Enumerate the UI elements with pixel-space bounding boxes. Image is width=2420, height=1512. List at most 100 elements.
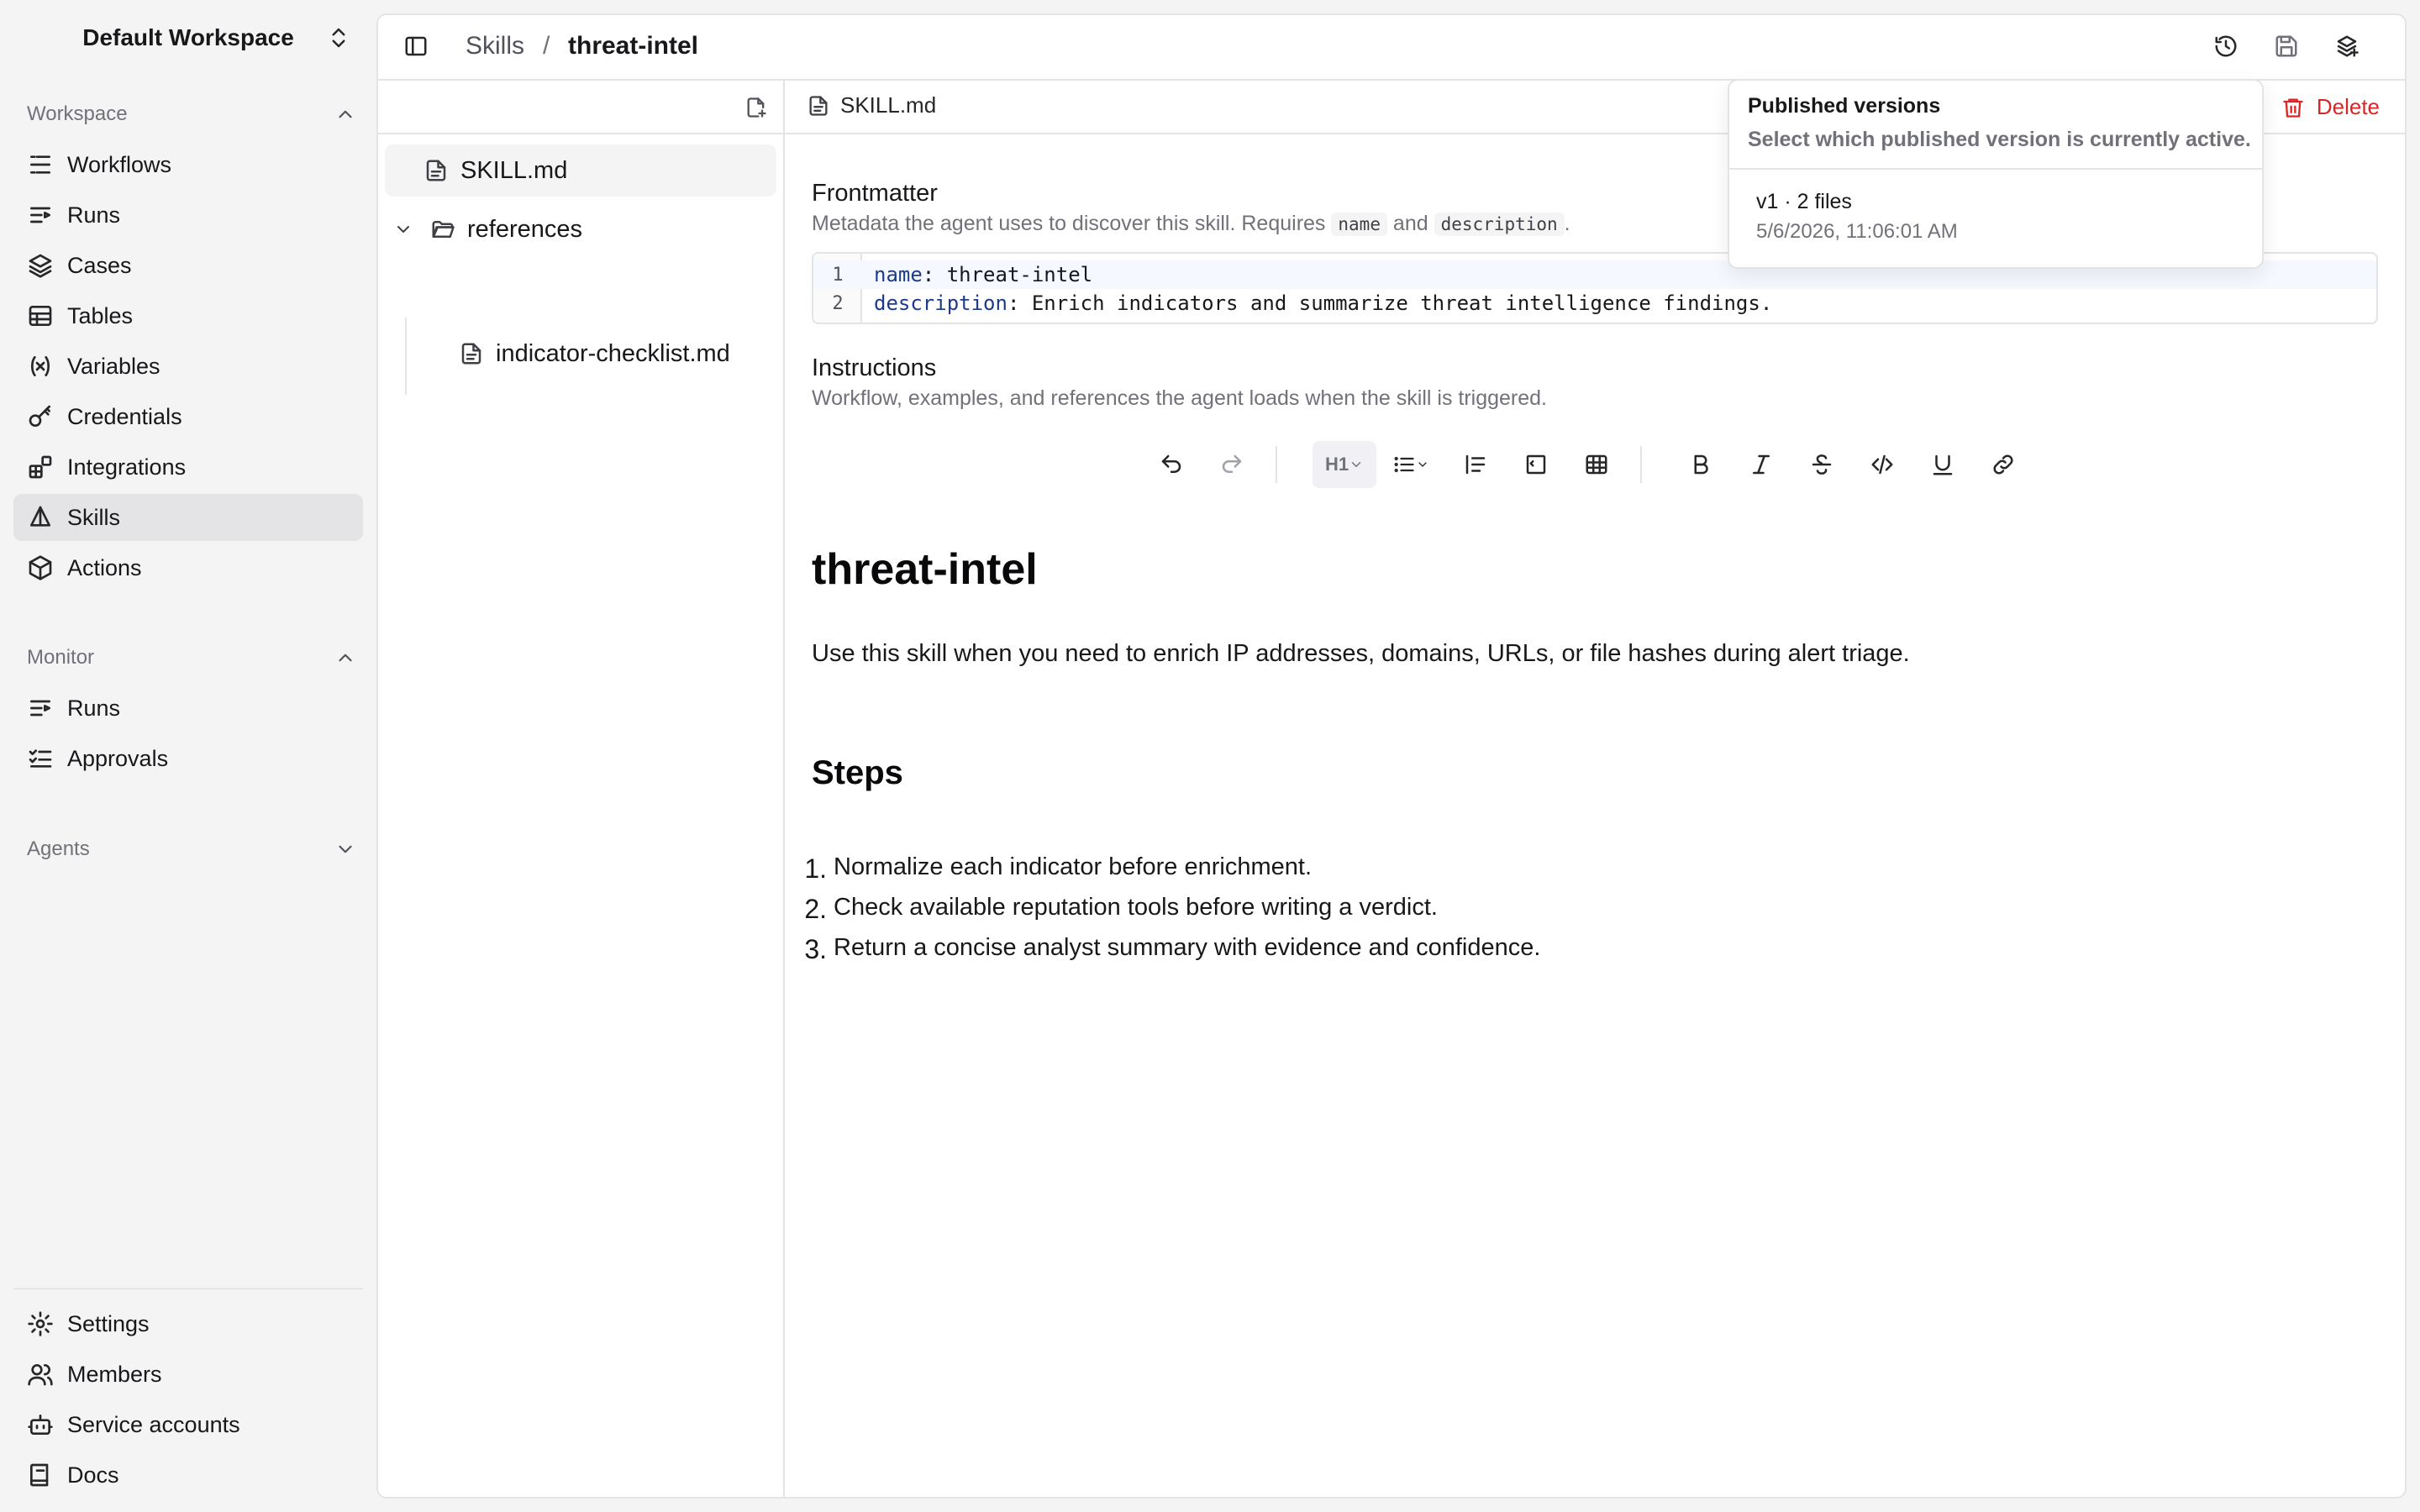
top-bar: Skills / threat-intel xyxy=(378,15,2405,81)
sidebar-item-label: Runs xyxy=(67,695,121,721)
file-tree-header xyxy=(378,81,783,134)
inline-code-description: description xyxy=(1434,213,1565,236)
sidebar-item-approvals[interactable]: Approvals xyxy=(13,735,363,782)
sidebar-item-credentials[interactable]: Credentials xyxy=(13,393,363,440)
instructions-subtitle: Workflow, examples, and references the a… xyxy=(812,386,1547,410)
tree-item-label: indicator-checklist.md xyxy=(496,339,730,367)
sidebar-item-runs[interactable]: Runs xyxy=(13,192,363,239)
sidebar-item-service-accounts[interactable]: Service accounts xyxy=(13,1401,363,1448)
sidebar-item-workflows[interactable]: Workflows xyxy=(13,141,363,188)
heading-dropdown[interactable]: H1 xyxy=(1313,441,1376,488)
list-item-text: Return a concise analyst summary with ev… xyxy=(834,934,1541,961)
workspace-switcher[interactable]: Default Workspace xyxy=(13,12,363,64)
list-item[interactable]: 1. Normalize each indicator before enric… xyxy=(793,853,1312,885)
sidebar-item-label: Workflows xyxy=(67,151,172,177)
sidebar-item-settings[interactable]: Settings xyxy=(13,1300,363,1347)
popover-subtitle: Select which published version is curren… xyxy=(1748,128,2251,151)
publish-icon[interactable] xyxy=(2334,34,2360,59)
runs-icon xyxy=(27,202,67,228)
folder-open-icon xyxy=(430,217,467,242)
sidebar-item-actions[interactable]: Actions xyxy=(13,544,363,591)
yaml-key: name xyxy=(874,263,923,286)
monitor-section-label: Monitor xyxy=(27,646,95,669)
box-icon xyxy=(27,554,67,581)
code-line: 2 description: Enrich indicators and sum… xyxy=(813,289,2376,318)
editor-pane: SKILL.md Delete Frontmatter Metadata the… xyxy=(785,81,2405,1497)
redo-icon[interactable] xyxy=(1208,441,1255,488)
yaml-value: threat-intel xyxy=(946,263,1093,286)
sidebar-item-label: Members xyxy=(67,1361,162,1387)
workflow-icon xyxy=(27,151,67,178)
sidebar-divider xyxy=(13,1288,363,1289)
sidebar-item-variables[interactable]: Variables xyxy=(13,343,363,390)
chevron-up-icon xyxy=(334,103,356,125)
underline-icon[interactable] xyxy=(1919,441,1966,488)
chevron-down-icon xyxy=(334,838,356,860)
sidebar-item-skills[interactable]: Skills xyxy=(13,494,363,541)
frontmatter-title: Frontmatter xyxy=(812,180,938,207)
sidebar-item-cases[interactable]: Cases xyxy=(13,242,363,289)
sidebar-item-integrations[interactable]: Integrations xyxy=(13,444,363,491)
tree-folder-references[interactable]: references xyxy=(385,203,776,255)
inline-code-icon[interactable] xyxy=(1859,441,1906,488)
italic-icon[interactable] xyxy=(1738,441,1785,488)
blockquote-icon[interactable] xyxy=(1452,441,1499,488)
editor-tab-label: SKILL.md xyxy=(840,92,937,118)
list-item[interactable]: 2. Check available reputation tools befo… xyxy=(793,894,1438,925)
sidebar-item-members[interactable]: Members xyxy=(13,1351,363,1398)
editor-tab-skill-md[interactable]: SKILL.md xyxy=(807,92,936,118)
document-heading-2[interactable]: Steps xyxy=(812,754,903,792)
document-paragraph[interactable]: Use this skill when you need to enrich I… xyxy=(812,640,1910,668)
sidebar-item-monitor-runs[interactable]: Runs xyxy=(13,685,363,732)
strikethrough-icon[interactable] xyxy=(1798,441,1845,488)
save-icon[interactable] xyxy=(2274,34,2299,59)
table-icon xyxy=(27,302,67,329)
line-number: 1 xyxy=(832,264,844,286)
frontmatter-subtitle-and: and xyxy=(1392,212,1428,235)
agents-section-header[interactable]: Agents xyxy=(27,832,356,866)
chevron-up-icon xyxy=(334,647,356,669)
bold-icon[interactable] xyxy=(1677,441,1724,488)
users-icon xyxy=(27,1361,67,1388)
sidebar-item-label: Variables xyxy=(67,353,160,379)
table-insert-icon[interactable] xyxy=(1573,441,1620,488)
tree-file-indicator-checklist[interactable]: indicator-checklist.md xyxy=(385,328,776,380)
chevrons-up-down-icon xyxy=(326,25,351,50)
breadcrumb-skills-link[interactable]: Skills xyxy=(466,32,524,60)
toolbar-separator xyxy=(1640,446,1642,483)
sidebar-item-label: Credentials xyxy=(67,403,182,429)
breadcrumb-current: threat-intel xyxy=(568,32,699,60)
workspace-name: Default Workspace xyxy=(82,24,294,50)
version-option-label[interactable]: v1 · 2 files xyxy=(1756,190,1852,214)
code-line-text: name: threat-intel xyxy=(874,263,1093,286)
new-file-icon[interactable] xyxy=(744,96,768,119)
published-versions-popover: Published versions Select which publishe… xyxy=(1728,79,2264,269)
delete-button[interactable]: Delete xyxy=(2281,94,2380,120)
blocks-icon xyxy=(27,454,67,480)
list-checks-icon xyxy=(27,745,67,772)
code-line-text: description: Enrich indicators and summa… xyxy=(874,291,1773,315)
list-item[interactable]: 3. Return a concise analyst summary with… xyxy=(793,934,1540,965)
monitor-section-header[interactable]: Monitor xyxy=(27,641,356,675)
toolbar-separator xyxy=(1276,446,1277,483)
document-heading-1[interactable]: threat-intel xyxy=(812,544,1038,595)
tree-item-label: SKILL.md xyxy=(460,156,568,184)
formatting-toolbar: H1 xyxy=(785,438,2405,491)
breadcrumb-separator: / xyxy=(543,32,550,60)
chevron-down-icon xyxy=(1349,457,1364,472)
line-number: 2 xyxy=(832,292,844,314)
link-icon[interactable] xyxy=(1980,441,2027,488)
sidebar: Default Workspace Workspace Workflows Ru… xyxy=(0,0,376,1512)
book-icon xyxy=(27,1462,67,1488)
tree-file-skill-md[interactable]: SKILL.md xyxy=(385,144,776,197)
version-option-date: 5/6/2026, 11:06:01 AM xyxy=(1756,220,1958,243)
sidebar-toggle-icon[interactable] xyxy=(403,34,429,59)
workspace-section-header[interactable]: Workspace xyxy=(27,97,356,131)
file-text-icon xyxy=(459,341,496,366)
sidebar-item-docs[interactable]: Docs xyxy=(13,1452,363,1499)
undo-icon[interactable] xyxy=(1148,441,1195,488)
list-dropdown[interactable] xyxy=(1383,441,1439,488)
code-block-icon[interactable] xyxy=(1512,441,1560,488)
history-icon[interactable] xyxy=(2213,34,2238,59)
sidebar-item-tables[interactable]: Tables xyxy=(13,292,363,339)
